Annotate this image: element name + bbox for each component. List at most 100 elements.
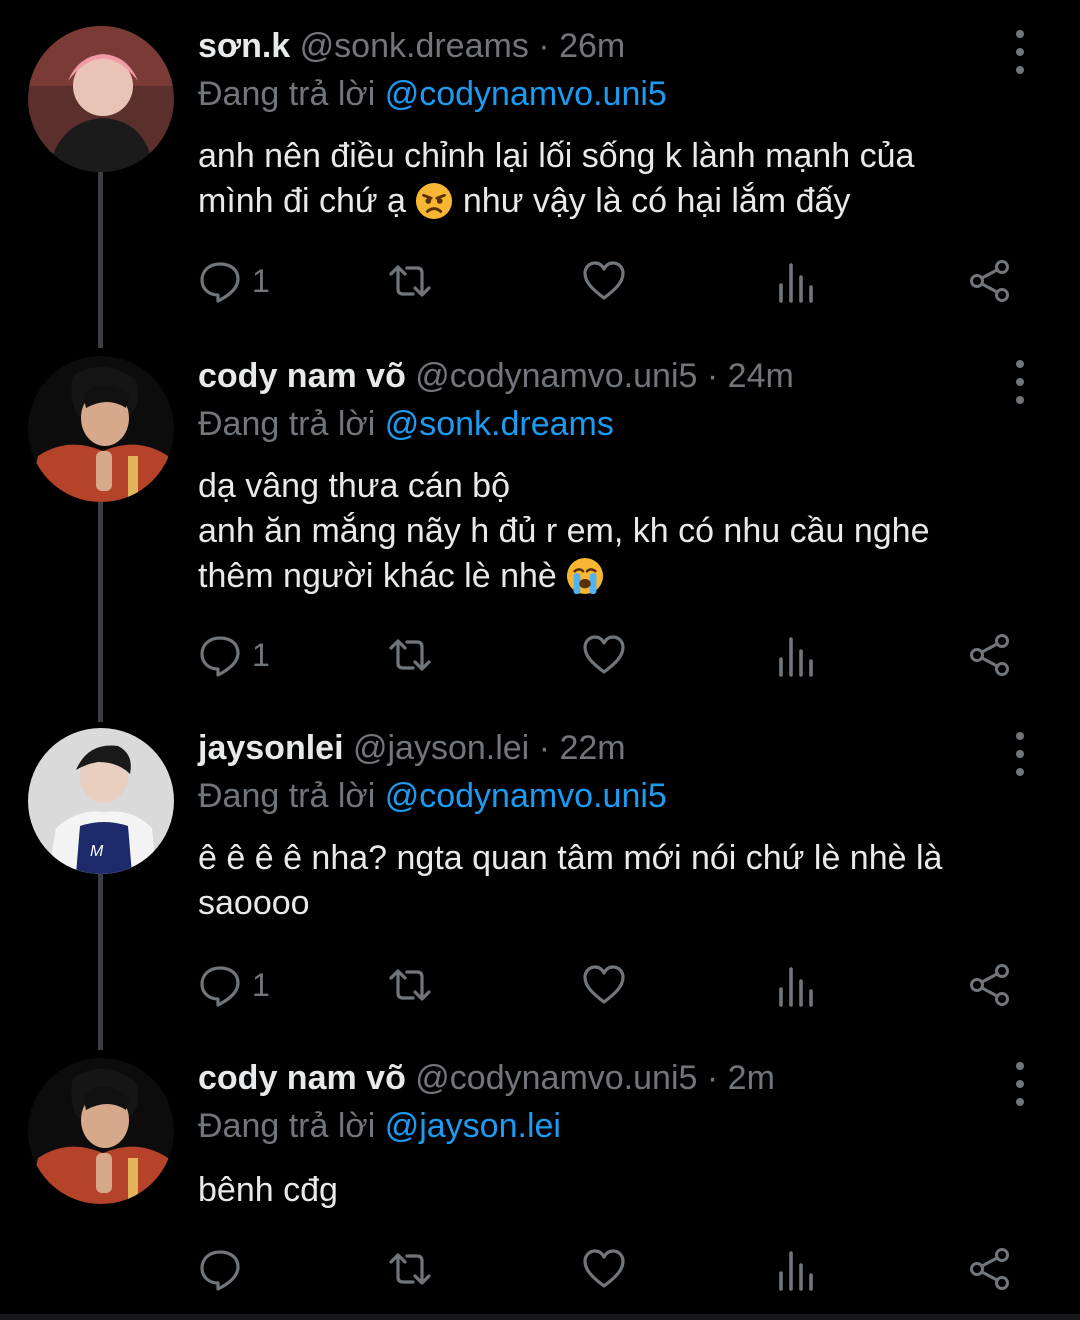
replying-mention-link[interactable]: @codynamvo.uni5 bbox=[385, 777, 667, 815]
avatar[interactable] bbox=[28, 356, 174, 502]
user-handle[interactable]: @codynamvo.uni5 bbox=[415, 357, 697, 395]
share-button[interactable] bbox=[968, 256, 1012, 306]
reply-count: 1 bbox=[252, 636, 270, 673]
tweet-text-line: mình đi chứ ạ như vậy là có hại lắm đấy bbox=[198, 182, 851, 220]
display-name[interactable]: jaysonlei bbox=[198, 729, 344, 767]
like-button[interactable] bbox=[582, 960, 626, 1010]
action-bar: 1 bbox=[198, 256, 1018, 306]
share-icon bbox=[970, 634, 1009, 676]
tweet-text-line: ê ê ê ê nha? ngta quan tâm mới nói chứ l… bbox=[198, 839, 943, 877]
separator: · bbox=[706, 1059, 719, 1097]
reply-button[interactable]: 1 bbox=[198, 960, 270, 1010]
repost-button[interactable] bbox=[388, 630, 432, 680]
avatar-image: M bbox=[28, 728, 174, 874]
share-icon bbox=[970, 260, 1009, 302]
reply-icon bbox=[200, 636, 240, 677]
share-button[interactable] bbox=[968, 630, 1012, 680]
replying-prefix: Đang trả lời bbox=[198, 75, 385, 113]
tweet[interactable]: sơn.k @sonk.dreams · 26m Đang trả lời @c… bbox=[0, 26, 1080, 346]
timestamp[interactable]: 22m bbox=[559, 729, 625, 767]
reply-icon bbox=[200, 1250, 240, 1291]
user-handle[interactable]: @codynamvo.uni5 bbox=[415, 1059, 697, 1097]
svg-text:M: M bbox=[90, 843, 104, 860]
share-icon bbox=[970, 964, 1009, 1006]
share-button[interactable] bbox=[968, 1244, 1012, 1294]
replying-to: Đang trả lời @sonk.dreams bbox=[198, 404, 614, 444]
more-options-button[interactable] bbox=[1006, 1062, 1034, 1106]
avatar[interactable] bbox=[28, 26, 174, 172]
more-options-button[interactable] bbox=[1006, 30, 1034, 74]
tweet-text-line: bênh cđg bbox=[198, 1171, 338, 1209]
heart-icon bbox=[583, 635, 625, 674]
repost-icon bbox=[389, 1253, 431, 1285]
like-button[interactable] bbox=[582, 630, 626, 680]
avatar[interactable] bbox=[28, 1058, 174, 1204]
like-button[interactable] bbox=[582, 256, 626, 306]
tweet-header: jaysonlei @jayson.lei · 22m bbox=[198, 728, 626, 768]
timestamp[interactable]: 26m bbox=[559, 27, 625, 65]
reply-icon bbox=[200, 262, 240, 303]
reply-button[interactable]: 1 bbox=[198, 630, 270, 680]
loudly-crying-face-emoji-icon bbox=[567, 557, 604, 595]
more-options-button[interactable] bbox=[1006, 360, 1034, 404]
repost-button[interactable] bbox=[388, 960, 432, 1010]
separator: · bbox=[706, 357, 719, 395]
like-button[interactable] bbox=[582, 1244, 626, 1294]
repost-icon bbox=[389, 969, 431, 1001]
display-name[interactable]: cody nam võ bbox=[198, 357, 406, 395]
tweet-header: sơn.k @sonk.dreams · 26m bbox=[198, 26, 625, 66]
tweet[interactable]: cody nam võ @codynamvo.uni5 · 24m Đang t… bbox=[0, 356, 1080, 706]
separator: · bbox=[538, 729, 551, 767]
reply-icon bbox=[200, 966, 240, 1007]
tweet-text: dạ vâng thưa cán bộ anh ăn mắng nãy h đủ… bbox=[198, 464, 1018, 599]
tweet-text-line: anh ăn mắng nãy h đủ r em, kh có nhu cầu… bbox=[198, 512, 930, 550]
user-handle[interactable]: @sonk.dreams bbox=[300, 27, 529, 65]
avatar-image bbox=[28, 26, 174, 172]
replying-mention-link[interactable]: @sonk.dreams bbox=[385, 405, 614, 443]
views-button[interactable] bbox=[774, 1244, 818, 1294]
timestamp[interactable]: 2m bbox=[728, 1059, 775, 1097]
replying-mention-link[interactable]: @jayson.lei bbox=[385, 1107, 561, 1145]
views-icon bbox=[779, 1251, 813, 1291]
heart-icon bbox=[583, 261, 625, 300]
tweet[interactable]: M jaysonlei @jayson.lei · 22m Đang trả l… bbox=[0, 728, 1080, 1028]
tweet-header: cody nam võ @codynamvo.uni5 · 2m bbox=[198, 1058, 775, 1098]
more-icon bbox=[1016, 1062, 1024, 1070]
tweet[interactable]: cody nam võ @codynamvo.uni5 · 2m Đang tr… bbox=[0, 1058, 1080, 1308]
reply-button[interactable]: 1 bbox=[198, 256, 270, 306]
user-handle[interactable]: @jayson.lei bbox=[353, 729, 529, 767]
display-name[interactable]: cody nam võ bbox=[198, 1059, 406, 1097]
avatar-image bbox=[28, 356, 174, 502]
tweet-text-line: dạ vâng thưa cán bộ bbox=[198, 467, 510, 505]
timestamp[interactable]: 24m bbox=[728, 357, 794, 395]
action-bar bbox=[198, 1244, 1018, 1294]
reply-count: 1 bbox=[252, 966, 270, 1003]
display-name[interactable]: sơn.k bbox=[198, 27, 290, 65]
replying-to: Đang trả lời @codynamvo.uni5 bbox=[198, 74, 667, 114]
reply-count: 1 bbox=[252, 262, 270, 299]
bottom-divider bbox=[0, 1314, 1080, 1320]
replying-prefix: Đang trả lời bbox=[198, 405, 385, 443]
action-bar: 1 bbox=[198, 960, 1018, 1010]
share-icon bbox=[970, 1248, 1009, 1290]
views-button[interactable] bbox=[774, 256, 818, 306]
more-icon bbox=[1016, 732, 1024, 740]
more-icon bbox=[1016, 30, 1024, 38]
views-button[interactable] bbox=[774, 960, 818, 1010]
views-icon bbox=[779, 967, 813, 1007]
repost-button[interactable] bbox=[388, 256, 432, 306]
reply-button[interactable] bbox=[198, 1244, 252, 1294]
tweet-text: bênh cđg bbox=[198, 1168, 1018, 1213]
tweet-header: cody nam võ @codynamvo.uni5 · 24m bbox=[198, 356, 794, 396]
replying-prefix: Đang trả lời bbox=[198, 777, 385, 815]
views-button[interactable] bbox=[774, 630, 818, 680]
tweet-text-line: anh nên điều chỉnh lại lối sống k lành m… bbox=[198, 137, 915, 175]
repost-button[interactable] bbox=[388, 1244, 432, 1294]
action-bar: 1 bbox=[198, 630, 1018, 680]
more-icon bbox=[1016, 360, 1024, 368]
share-button[interactable] bbox=[968, 960, 1012, 1010]
replying-mention-link[interactable]: @codynamvo.uni5 bbox=[385, 75, 667, 113]
avatar[interactable]: M bbox=[28, 728, 174, 874]
more-options-button[interactable] bbox=[1006, 732, 1034, 776]
repost-icon bbox=[389, 639, 431, 671]
